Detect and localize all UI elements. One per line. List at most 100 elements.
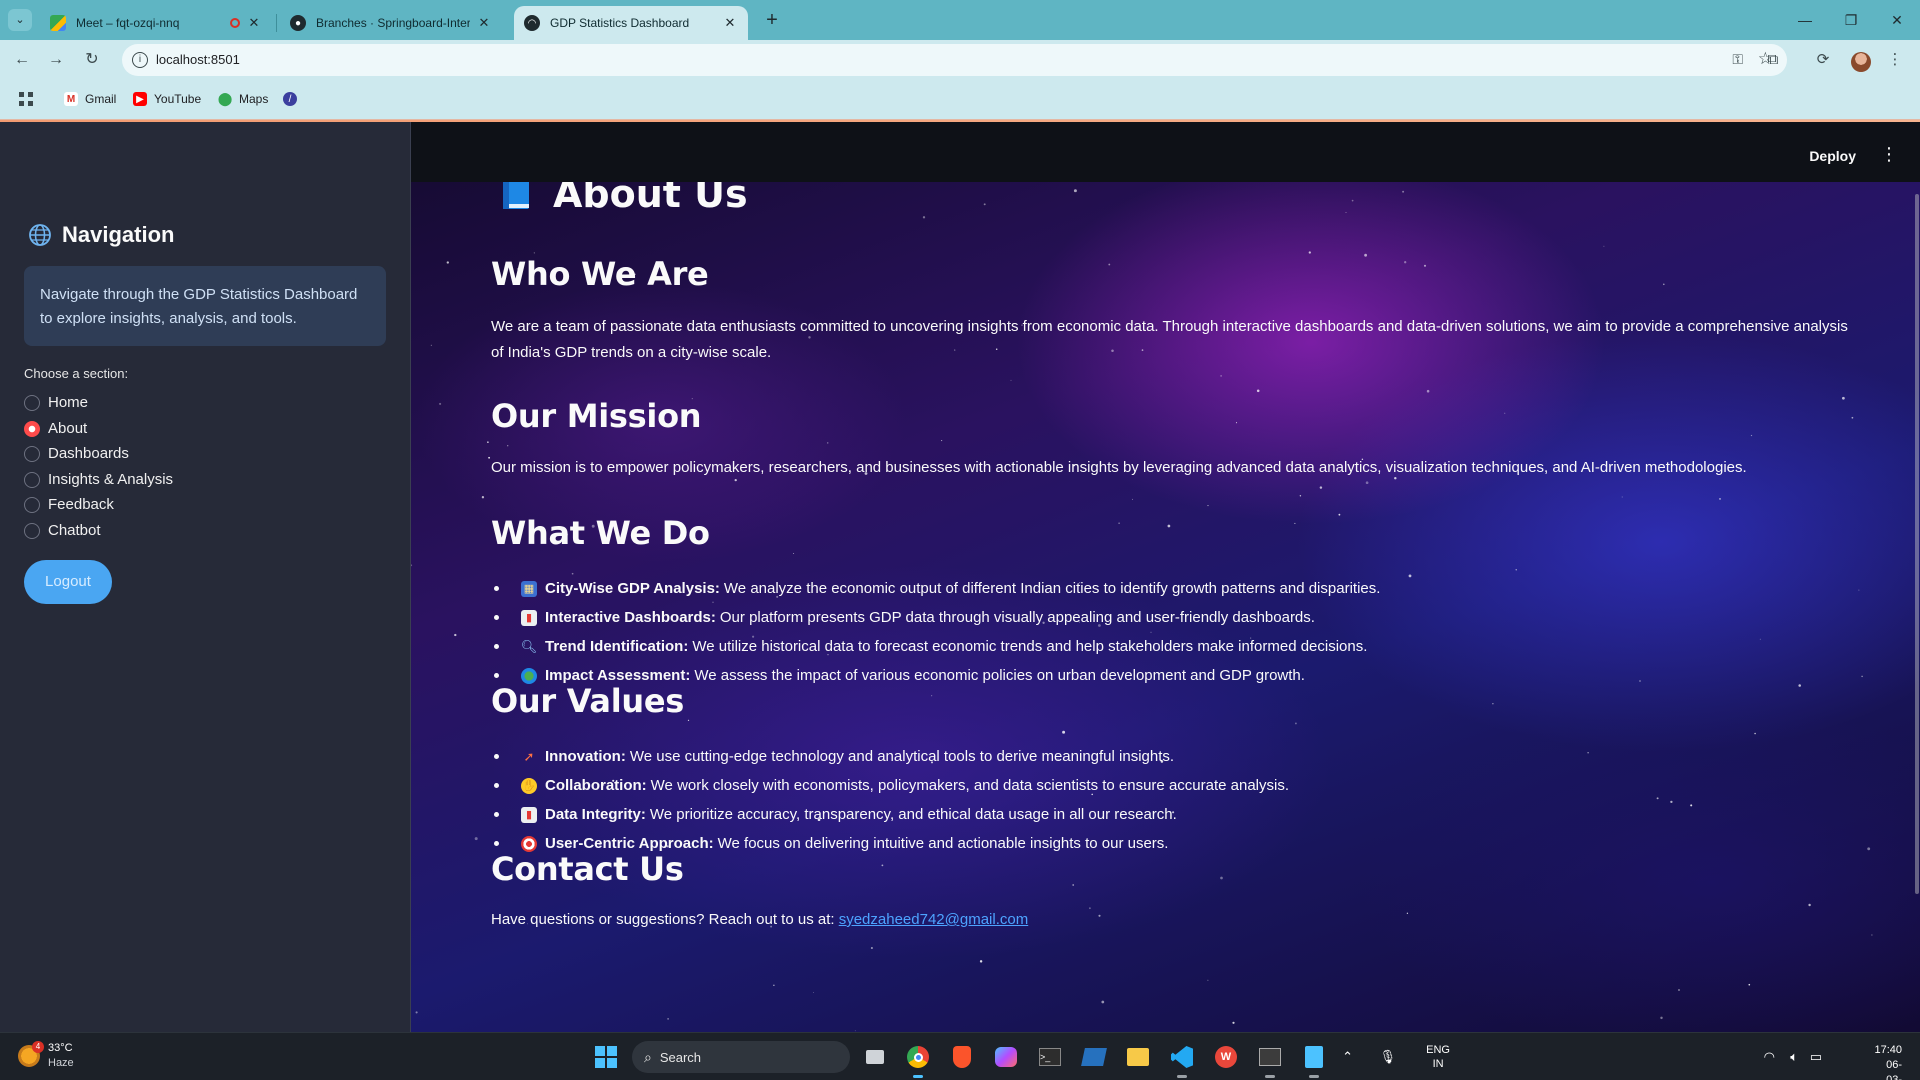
weather-widget[interactable]: 4 33°C Haze [18, 1041, 74, 1071]
notepad-taskbar-icon[interactable] [1298, 1041, 1330, 1078]
microphone-icon[interactable]: 🎙︎ [1379, 1049, 1396, 1065]
list-item: ✋ Collaboration: We work closely with ec… [491, 771, 1861, 800]
wps-taskbar-icon[interactable]: W [1210, 1041, 1242, 1073]
radio-option-home[interactable]: Home [24, 394, 88, 411]
taskbar-search-box[interactable]: ⌕ Search [632, 1041, 850, 1073]
radio-option-about[interactable]: About [24, 420, 87, 437]
reload-icon[interactable]: ↻ [80, 48, 104, 72]
site-info-icon[interactable]: i [132, 52, 148, 68]
running-indicator [913, 1075, 923, 1078]
list-item: ▮ Interactive Dashboards: Our platform p… [491, 603, 1861, 632]
taskbar-clock[interactable]: 17:40 06-03-2025 [1874, 1043, 1902, 1080]
close-tab-icon[interactable]: ✕ [476, 15, 492, 31]
star-dot [1220, 876, 1223, 880]
wifi-icon[interactable]: ◠ [1764, 1049, 1775, 1065]
tab-github[interactable]: ● Branches · Springboard-Internship ✕ [280, 6, 502, 40]
sync-icon[interactable]: ⟳ [1811, 48, 1835, 72]
terminal-taskbar-icon[interactable]: >_ [1034, 1041, 1066, 1073]
bookmark-youtube[interactable]: ▶ YouTube [133, 92, 201, 106]
radio-option-chatbot[interactable]: Chatbot [24, 522, 101, 539]
bookmark-maps[interactable]: ⬤ Maps [218, 91, 269, 106]
item-text: Our platform presents GDP data through v… [719, 609, 1315, 626]
star-dot [430, 344, 432, 346]
bookmark-extra[interactable]: / [283, 92, 304, 106]
restore-button[interactable]: ❐ [1828, 0, 1874, 40]
volume-icon[interactable]: 🔈︎ [1790, 1049, 1798, 1065]
minimize-button[interactable]: — [1782, 0, 1828, 40]
star-dot [1294, 722, 1297, 725]
star-dot [922, 216, 926, 219]
cmd-taskbar-icon[interactable] [1254, 1041, 1286, 1078]
bookmark-label: YouTube [154, 92, 202, 106]
profile-avatar[interactable] [1851, 52, 1871, 72]
radio-circle[interactable] [24, 394, 40, 411]
tab-search-chevron-icon[interactable]: ⌄ [8, 9, 32, 31]
radio-circle-selected[interactable] [24, 420, 40, 437]
radio-label: Dashboards [48, 445, 129, 462]
star-dot [1603, 245, 1605, 247]
item-text: We prioritize accuracy, transparency, an… [649, 806, 1177, 823]
logout-button[interactable]: Logout [24, 560, 112, 604]
radio-circle[interactable] [24, 471, 40, 488]
close-tab-icon[interactable]: ✕ [246, 15, 262, 31]
app-menu-icon[interactable]: ⋮ [1880, 144, 1898, 165]
star-dot [1299, 495, 1302, 497]
radio-option-insights[interactable]: Insights & Analysis [24, 471, 173, 488]
item-text: We work closely with economists, policym… [650, 777, 1289, 794]
radio-label: Chatbot [48, 522, 101, 539]
radio-option-feedback[interactable]: Feedback [24, 496, 114, 513]
brave-taskbar-icon[interactable] [946, 1041, 978, 1073]
radio-circle[interactable] [24, 445, 40, 462]
chrome-taskbar-icon[interactable] [902, 1041, 934, 1078]
password-key-icon[interactable]: ⚿ [1732, 51, 1743, 68]
star-dot [826, 442, 829, 444]
star-dot [983, 203, 986, 206]
star-dot [1010, 379, 1012, 381]
mission-text: Our mission is to empower policymakers, … [491, 459, 1747, 476]
contact-email-link[interactable]: syedzaheed742@gmail.com [839, 911, 1029, 928]
address-bar[interactable]: i localhost:8501 ⚿ ☆ [122, 44, 1787, 76]
star-dot [667, 1018, 669, 1020]
what-we-do-list: ▦ City-Wise GDP Analysis: We analyze the… [491, 574, 1861, 690]
file-explorer-taskbar-icon[interactable] [1122, 1041, 1154, 1073]
radio-circle[interactable] [24, 496, 40, 513]
star-dot [1207, 505, 1209, 507]
star-dot [1867, 847, 1871, 851]
apps-grid-icon[interactable] [18, 91, 34, 107]
url-text[interactable]: localhost:8501 [156, 52, 240, 67]
browser-menu-icon[interactable]: ⋮ [1883, 48, 1907, 72]
language-indicator[interactable]: ENG IN [1426, 1043, 1450, 1071]
task-view-icon[interactable] [859, 1041, 891, 1073]
powershell-taskbar-icon[interactable] [1078, 1041, 1110, 1073]
tab-gdp-dashboard[interactable]: ◠ GDP Statistics Dashboard ✕ [514, 6, 748, 40]
streamlit-icon: ◠ [524, 15, 540, 31]
close-tab-icon[interactable]: ✕ [722, 15, 738, 31]
back-arrow-icon[interactable]: ← [10, 48, 34, 72]
close-window-button[interactable]: ✕ [1874, 0, 1920, 40]
star-dot [1232, 1021, 1235, 1024]
star-dot [1364, 253, 1367, 257]
new-tab-button[interactable]: + [758, 8, 786, 32]
vscode-taskbar-icon[interactable] [1166, 1041, 1198, 1078]
star-dot [1073, 189, 1077, 193]
radio-option-dashboards[interactable]: Dashboards [24, 445, 129, 462]
windows-start-icon[interactable] [590, 1041, 622, 1073]
extensions-puzzle-icon[interactable]: ⧉ [1761, 48, 1785, 72]
radio-circle[interactable] [24, 522, 40, 539]
star-dot [931, 695, 933, 697]
deploy-button[interactable]: Deploy [1809, 148, 1856, 164]
copilot-taskbar-icon[interactable] [990, 1041, 1022, 1073]
rocket-icon: ➚ [523, 748, 535, 764]
star-dot [1871, 934, 1873, 936]
radio-label: Insights & Analysis [48, 471, 174, 488]
meet-icon [50, 15, 66, 31]
main-scrollbar[interactable] [1915, 194, 1919, 894]
star-dot [854, 1030, 856, 1032]
battery-icon[interactable]: ▭ [1810, 1049, 1822, 1065]
tray-overflow-chevron-icon[interactable]: ⌃ [1342, 1049, 1353, 1065]
forward-arrow-icon[interactable]: → [44, 48, 68, 72]
bookmark-gmail[interactable]: M Gmail [64, 92, 116, 106]
main-content: About Us Who We Are We are a team of pas… [411, 122, 1920, 1032]
tab-meet[interactable]: Meet – fqt-ozqi-nnq ✕ [40, 6, 272, 40]
star-dot [1423, 264, 1427, 267]
